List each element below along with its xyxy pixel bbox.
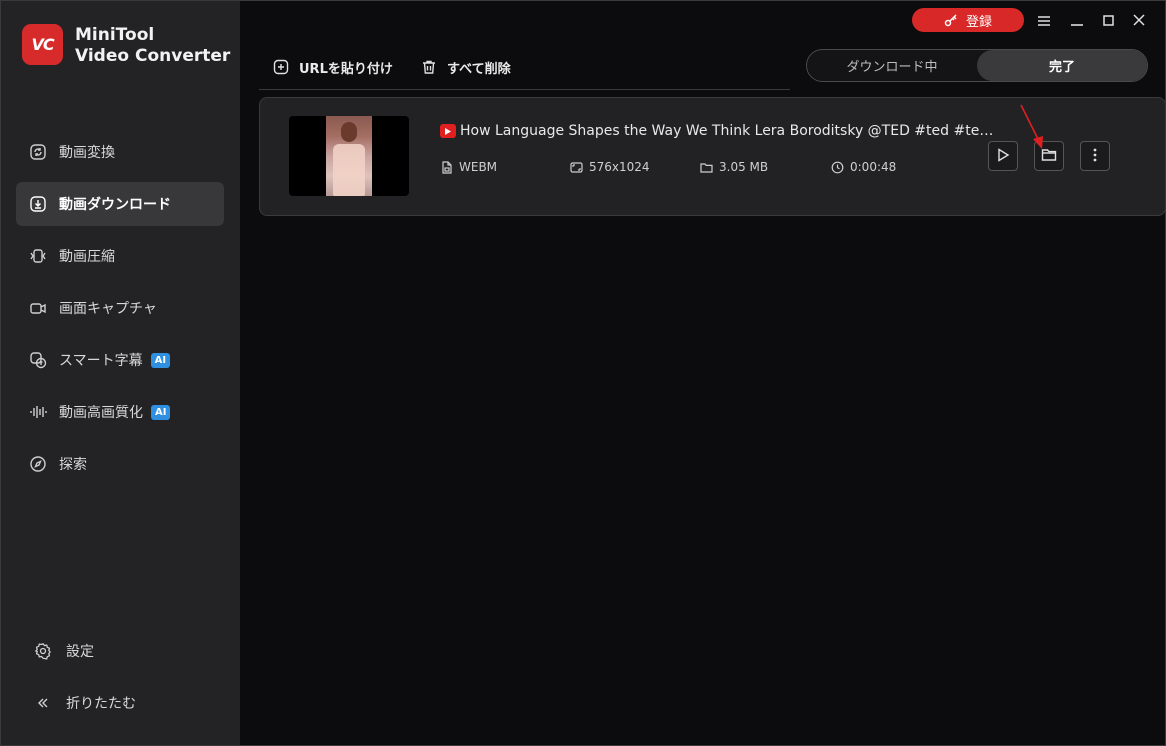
tab-completed[interactable]: 完了 xyxy=(977,50,1147,81)
format-info: WEBM xyxy=(440,160,497,174)
sidebar-item-enhance[interactable]: 動画高画質化 AI xyxy=(16,390,224,434)
play-icon xyxy=(996,147,1010,166)
sidebar-item-label: 動画圧縮 xyxy=(59,249,115,265)
sidebar-item-convert[interactable]: 動画変換 xyxy=(16,130,224,174)
minimize-button[interactable] xyxy=(1065,9,1089,31)
play-button[interactable] xyxy=(988,141,1018,171)
file-format-icon xyxy=(440,160,453,174)
camera-icon xyxy=(29,299,47,317)
app-name: MiniTool Video Converter xyxy=(75,25,230,67)
paste-url-label: URLを貼り付け xyxy=(299,61,393,77)
gear-icon xyxy=(34,642,52,660)
subtitle-icon xyxy=(29,351,47,369)
delete-all-button[interactable]: すべて削除 xyxy=(421,56,511,78)
sidebar-item-explore[interactable]: 探索 xyxy=(16,442,224,486)
ai-badge: AI xyxy=(151,404,171,420)
video-thumbnail[interactable] xyxy=(289,116,409,196)
close-button[interactable] xyxy=(1127,9,1151,31)
menu-button[interactable] xyxy=(1032,9,1056,31)
paste-url-button[interactable]: URLを貼り付け xyxy=(273,56,393,78)
enhance-icon xyxy=(29,403,47,421)
convert-icon xyxy=(29,143,47,161)
register-button[interactable]: 登録 xyxy=(912,8,1024,32)
resolution-icon xyxy=(570,161,583,174)
maximize-icon xyxy=(1102,11,1114,30)
double-chevron-left-icon xyxy=(34,694,52,712)
format-value: WEBM xyxy=(459,160,498,174)
sidebar-item-subtitle[interactable]: スマート字幕 AI xyxy=(16,338,224,382)
more-options-button[interactable] xyxy=(1080,141,1110,171)
toolbar-divider xyxy=(259,89,790,90)
ai-badge: AI xyxy=(150,352,171,368)
sidebar-item-capture[interactable]: 画面キャプチャ xyxy=(16,286,224,330)
app-name-line1: MiniTool xyxy=(75,25,155,45)
app-logo: VC xyxy=(22,24,63,65)
sidebar-bottom: 設定 折りたたむ xyxy=(22,631,222,735)
resolution-value: 576x1024 xyxy=(589,160,650,174)
app-window: VC MiniTool Video Converter 動画変換 動画ダウンロー… xyxy=(0,0,1166,746)
minimize-icon xyxy=(1071,11,1083,30)
sidebar-item-label: 動画ダウンロード xyxy=(59,197,171,213)
size-value: 3.05 MB xyxy=(719,160,769,174)
sidebar: VC MiniTool Video Converter 動画変換 動画ダウンロー… xyxy=(1,1,240,745)
collapse-button[interactable]: 折りたたむ xyxy=(22,683,222,723)
settings-label: 設定 xyxy=(66,644,94,660)
sidebar-item-label: 動画高画質化 xyxy=(59,405,143,421)
download-status-tabs: ダウンロード中 完了 xyxy=(806,49,1148,82)
sidebar-item-compress[interactable]: 動画圧縮 xyxy=(16,234,224,278)
maximize-button[interactable] xyxy=(1096,9,1120,31)
close-icon xyxy=(1133,11,1145,30)
sidebar-item-label: 画面キャプチャ xyxy=(59,301,157,317)
collapse-label: 折りたたむ xyxy=(66,696,136,712)
sidebar-nav: 動画変換 動画ダウンロード 動画圧縮 画面キャプチャ スマート字幕 AI 動画高… xyxy=(16,130,224,494)
video-title-row: How Language Shapes the Way We Think Ler… xyxy=(440,123,1000,139)
hamburger-icon xyxy=(1038,11,1050,30)
sidebar-item-label: スマート字幕 xyxy=(59,353,143,369)
compress-icon xyxy=(29,247,47,265)
sidebar-item-label: 探索 xyxy=(59,457,87,473)
compass-icon xyxy=(29,455,47,473)
app-name-line2: Video Converter xyxy=(75,46,231,66)
duration-info: 0:00:48 xyxy=(831,160,896,174)
folder-icon xyxy=(700,161,713,174)
video-title: How Language Shapes the Way We Think Ler… xyxy=(460,123,1000,139)
sidebar-item-label: 動画変換 xyxy=(59,145,115,161)
plus-square-icon xyxy=(273,59,289,75)
trash-icon xyxy=(421,59,437,75)
youtube-icon xyxy=(440,124,456,138)
clock-icon xyxy=(831,161,844,174)
download-icon xyxy=(29,195,47,213)
tab-downloading[interactable]: ダウンロード中 xyxy=(807,50,977,81)
settings-button[interactable]: 設定 xyxy=(22,631,222,671)
delete-all-label: すべて削除 xyxy=(447,61,511,77)
key-icon xyxy=(944,13,958,27)
size-info: 3.05 MB xyxy=(700,160,768,174)
register-label: 登録 xyxy=(965,14,992,30)
annotation-arrow-icon xyxy=(1020,104,1043,149)
resolution-info: 576x1024 xyxy=(570,160,650,174)
more-icon xyxy=(1093,147,1097,166)
duration-value: 0:00:48 xyxy=(850,160,897,174)
sidebar-item-download[interactable]: 動画ダウンロード xyxy=(16,182,224,226)
thumbnail-image xyxy=(326,116,372,196)
